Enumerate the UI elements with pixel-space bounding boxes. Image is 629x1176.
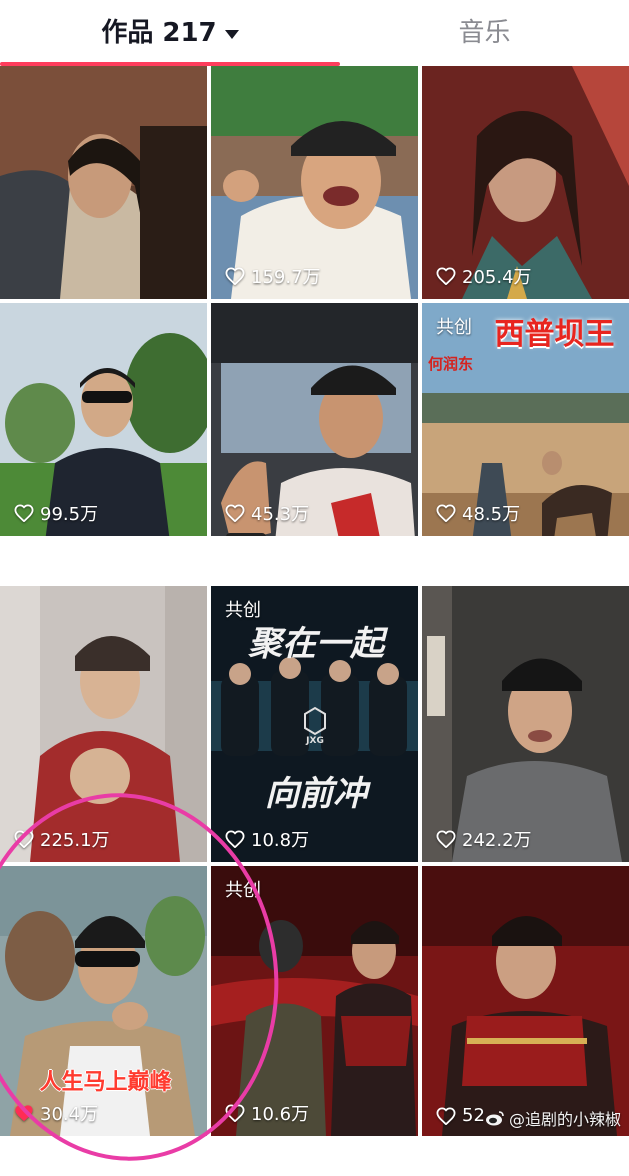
- video-thumbnail: [0, 66, 207, 299]
- video-tile-10[interactable]: 人生马上巅峰 30.4万: [0, 866, 207, 1136]
- video-tile-6[interactable]: 共创 西普坝王 何润东 48.5万: [422, 303, 629, 536]
- heart-icon: [225, 267, 245, 285]
- heart-icon: [436, 1106, 456, 1125]
- video-title: 西普坝王: [494, 317, 615, 352]
- like-count-text: 205.4万: [462, 267, 532, 288]
- heart-icon: [225, 830, 245, 848]
- heart-icon: [225, 1104, 245, 1122]
- video-tile-5[interactable]: 45.3万: [211, 303, 418, 536]
- cocreate-badge: 共创: [436, 317, 472, 338]
- like-count: 10.6万: [225, 1100, 309, 1126]
- like-count: 30.4万: [14, 1100, 98, 1126]
- tab-music[interactable]: 音乐: [340, 0, 629, 66]
- watermark-text: @追剧的小辣椒: [508, 1110, 621, 1129]
- like-count: 10.8万: [225, 826, 309, 852]
- like-count-text: 10.8万: [251, 830, 310, 851]
- watermark: @追剧的小辣椒: [485, 1106, 621, 1130]
- video-title: 聚在一起: [248, 624, 384, 664]
- video-tile-8[interactable]: 共创 聚在一起 JXG 向前冲 10.8万: [211, 586, 418, 862]
- video-tile-2[interactable]: 159.7万: [211, 66, 418, 299]
- like-count: 48.5万: [436, 500, 520, 526]
- video-thumbnail: [422, 866, 629, 1136]
- like-count-text: 10.6万: [251, 1104, 310, 1125]
- like-count-text: 225.1万: [40, 830, 110, 851]
- profile-tabs: 作品 217 音乐: [0, 0, 629, 66]
- like-count: 99.5万: [14, 500, 98, 526]
- video-tile-9[interactable]: 242.2万: [422, 586, 629, 862]
- video-title-2: 向前冲: [265, 774, 367, 814]
- like-count-text: 242.2万: [462, 830, 532, 851]
- heart-icon: [436, 504, 456, 522]
- video-tile-11[interactable]: 共创 10.6万: [211, 866, 418, 1136]
- video-tile-7[interactable]: 225.1万: [0, 586, 207, 862]
- cocreate-badge: 共创: [225, 880, 261, 901]
- video-thumbnail: [211, 866, 418, 1136]
- video-tile-4[interactable]: 99.5万: [0, 303, 207, 536]
- video-tile-1[interactable]: [0, 66, 207, 299]
- team-logo-text: JXG: [306, 736, 324, 746]
- tab-music-label: 音乐: [458, 18, 511, 48]
- caret-down-icon[interactable]: [224, 30, 239, 39]
- like-count: 242.2万: [436, 826, 532, 852]
- heart-icon: [436, 830, 456, 848]
- like-count: 205.4万: [436, 263, 532, 289]
- weibo-logo-icon: [485, 1111, 504, 1126]
- video-title: 人生马上巅峰: [39, 1070, 172, 1095]
- like-count: 159.7万: [225, 263, 321, 289]
- like-count-text: 30.4万: [40, 1104, 99, 1125]
- heart-icon: [14, 504, 34, 522]
- video-subtitle: 何润东: [428, 355, 474, 373]
- like-count-text: 159.7万: [251, 267, 321, 288]
- video-tile-12[interactable]: 52: [422, 866, 629, 1136]
- like-count: 52: [436, 1105, 485, 1126]
- like-count-text: 45.3万: [251, 504, 310, 525]
- like-count-text: 99.5万: [40, 504, 99, 525]
- video-thumbnail: [422, 586, 629, 862]
- like-count: 45.3万: [225, 500, 309, 526]
- liked-heart-icon: [15, 1105, 33, 1122]
- video-thumbnail: [0, 586, 207, 862]
- heart-icon: [225, 504, 245, 522]
- like-count-text: 52: [462, 1105, 485, 1126]
- heart-icon: [436, 267, 456, 285]
- tab-works-label: 作品 217: [101, 18, 217, 48]
- video-tile-3[interactable]: 205.4万: [422, 66, 629, 299]
- active-tab-indicator: [0, 62, 340, 66]
- tab-works[interactable]: 作品 217: [0, 0, 340, 66]
- heart-icon: [14, 830, 34, 848]
- video-grid: 159.7万 205.4万 99.5万 45.3万 共创 西普坝王 何润东 48…: [0, 66, 629, 1136]
- like-count: 225.1万: [14, 826, 110, 852]
- like-count-text: 48.5万: [462, 504, 521, 525]
